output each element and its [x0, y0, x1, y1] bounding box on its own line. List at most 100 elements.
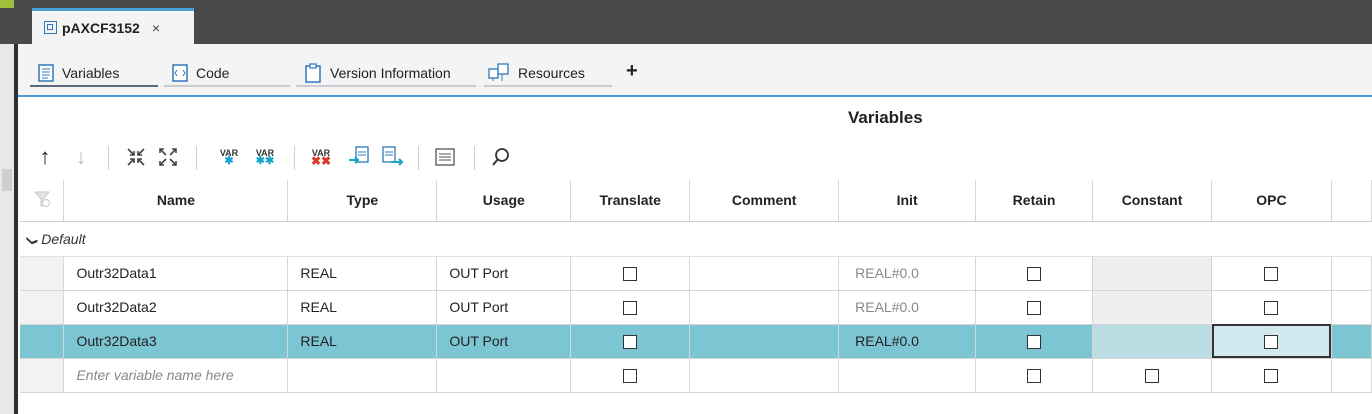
cell-usage[interactable]: OUT Port: [436, 324, 572, 359]
add-multiple-variables-icon: VAR ✱✱: [255, 148, 275, 167]
expand-all-button[interactable]: [156, 142, 180, 172]
top-accent: [0, 0, 14, 8]
cell-constant: [1092, 358, 1212, 393]
cell-retain: [975, 358, 1094, 393]
cell-comment[interactable]: [689, 358, 840, 393]
opc-checkbox[interactable]: [1264, 335, 1279, 350]
add-multiple-variables-button[interactable]: VAR ✱✱: [250, 142, 280, 172]
translate-checkbox[interactable]: [623, 369, 638, 384]
table-row-selected[interactable]: Outr32Data3 REAL OUT Port REAL#0.0: [20, 324, 1372, 359]
resources-icon: [488, 63, 509, 81]
module-icon: [44, 21, 57, 34]
add-variable-button[interactable]: VAR ✱: [216, 142, 242, 172]
opc-checkbox[interactable]: [1264, 369, 1279, 384]
column-header-translate[interactable]: Translate: [570, 180, 691, 222]
toolbar-separator: [474, 146, 475, 170]
cell-name[interactable]: Outr32Data1: [63, 256, 289, 291]
cell-init[interactable]: [838, 358, 977, 393]
cell-comment[interactable]: [689, 290, 840, 325]
variables-table: Name Type Usage Translate Comment Init R…: [20, 180, 1372, 393]
cell-translate: [570, 358, 691, 393]
cell-opc-focused: [1211, 324, 1332, 359]
row-handle[interactable]: [20, 290, 65, 325]
cell-constant: [1092, 256, 1212, 291]
retain-checkbox[interactable]: [1027, 369, 1042, 384]
import-csv-button[interactable]: [346, 142, 372, 172]
tab-version-underline: [296, 85, 476, 87]
cell-type[interactable]: [287, 358, 438, 393]
cell-constant: [1092, 290, 1212, 325]
export-csv-button[interactable]: [380, 142, 406, 172]
search-button[interactable]: [488, 142, 514, 172]
cell-retain: [975, 256, 1094, 291]
opc-checkbox[interactable]: [1264, 301, 1279, 316]
filter-column-header[interactable]: [20, 180, 65, 222]
cell-name[interactable]: Outr32Data3: [63, 324, 289, 359]
cell-translate: [570, 324, 691, 359]
column-header-comment[interactable]: Comment: [689, 180, 840, 222]
table-row[interactable]: Outr32Data1 REAL OUT Port REAL#0.0: [20, 256, 1372, 291]
table-row[interactable]: Outr32Data2 REAL OUT Port REAL#0.0: [20, 290, 1372, 325]
cell-type[interactable]: REAL: [287, 256, 438, 291]
cell-comment[interactable]: [689, 324, 840, 359]
column-header-usage[interactable]: Usage: [436, 180, 572, 222]
constant-checkbox[interactable]: [1145, 369, 1160, 384]
collapse-all-icon: [127, 148, 145, 166]
new-variable-row[interactable]: Enter variable name here: [20, 358, 1372, 393]
row-handle: [20, 358, 65, 393]
cell-extra: [1331, 290, 1372, 325]
row-handle[interactable]: [20, 324, 65, 359]
cell-opc: [1211, 358, 1332, 393]
cell-init[interactable]: REAL#0.0: [838, 290, 977, 325]
cell-comment[interactable]: [689, 256, 840, 291]
cell-opc: [1211, 290, 1332, 325]
document-tab[interactable]: pAXCF3152 ×: [32, 8, 194, 44]
retain-checkbox[interactable]: [1027, 267, 1042, 282]
collapse-all-button[interactable]: [124, 142, 148, 172]
cell-init[interactable]: REAL#0.0: [838, 256, 977, 291]
column-header-opc[interactable]: OPC: [1211, 180, 1332, 222]
column-header-init[interactable]: Init: [838, 180, 977, 222]
new-variable-name-input[interactable]: Enter variable name here: [63, 358, 289, 393]
group-row-default[interactable]: ❯ Default: [20, 221, 1372, 257]
cell-retain: [975, 324, 1094, 359]
tab-variables-active-underline: [30, 85, 158, 87]
cell-usage[interactable]: OUT Port: [436, 290, 572, 325]
cell-init[interactable]: REAL#0.0: [838, 324, 977, 359]
cell-usage[interactable]: [436, 358, 572, 393]
cell-type[interactable]: REAL: [287, 324, 438, 359]
toolbar-separator: [108, 146, 109, 170]
close-tab-icon[interactable]: ×: [152, 20, 160, 36]
column-header-constant[interactable]: Constant: [1092, 180, 1212, 222]
tab-version-information-label: Version Information: [330, 65, 451, 81]
move-down-button[interactable]: ↓: [70, 142, 92, 172]
row-handle[interactable]: [20, 256, 65, 291]
delete-variable-button[interactable]: VAR ✖✖: [308, 142, 334, 172]
cell-usage[interactable]: OUT Port: [436, 256, 572, 291]
move-up-button[interactable]: ↑: [34, 142, 56, 172]
opc-checkbox[interactable]: [1264, 267, 1279, 282]
add-tab-button[interactable]: +: [626, 60, 638, 83]
toolbar-separator: [196, 146, 197, 170]
cell-translate: [570, 256, 691, 291]
translate-checkbox[interactable]: [623, 301, 638, 316]
column-header-name[interactable]: Name: [63, 180, 289, 222]
group-cell: ❯ Default: [20, 221, 1372, 257]
tab-resources-label: Resources: [518, 65, 585, 81]
cell-name[interactable]: Outr32Data2: [63, 290, 289, 325]
chevron-down-icon[interactable]: ❯: [26, 235, 39, 244]
cell-type[interactable]: REAL: [287, 290, 438, 325]
toolbar-separator: [418, 146, 419, 170]
retain-checkbox[interactable]: [1027, 335, 1042, 350]
retain-checkbox[interactable]: [1027, 301, 1042, 316]
column-settings-button[interactable]: [432, 142, 458, 172]
column-header-type[interactable]: Type: [287, 180, 438, 222]
cell-opc: [1211, 256, 1332, 291]
group-name: Default: [41, 230, 86, 247]
translate-checkbox[interactable]: [623, 335, 638, 350]
cell-translate: [570, 290, 691, 325]
export-csv-icon: [382, 146, 404, 166]
column-header-retain[interactable]: Retain: [975, 180, 1094, 222]
clipboard-icon: [305, 63, 321, 83]
translate-checkbox[interactable]: [623, 267, 638, 282]
